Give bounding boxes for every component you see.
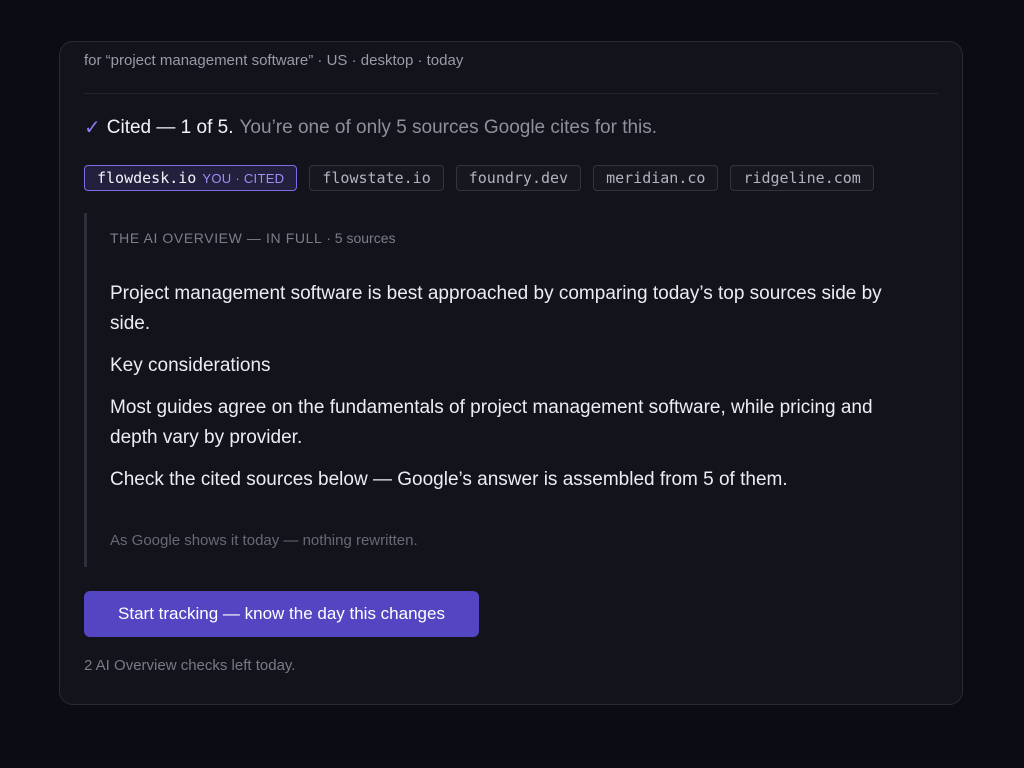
checks-remaining: 2 AI Overview checks left today. bbox=[84, 657, 296, 674]
citation-message: You’re one of only 5 sources Google cite… bbox=[239, 117, 658, 138]
overview-footnote: As Google shows it today — nothing rewri… bbox=[110, 532, 418, 549]
divider bbox=[84, 93, 938, 94]
start-tracking-button[interactable]: Start tracking — know the day this chang… bbox=[84, 591, 479, 637]
overview-source-count: 5 sources bbox=[334, 230, 396, 246]
query-summary: for “project management software” · US ·… bbox=[84, 52, 464, 69]
check-icon: ✓ bbox=[84, 117, 101, 139]
source-domain: flowstate.io bbox=[322, 169, 431, 187]
source-chip-ridgeline[interactable]: ridgeline.com bbox=[730, 165, 874, 191]
source-domain: foundry.dev bbox=[468, 169, 569, 187]
citation-rank: Cited — 1 of 5. bbox=[106, 117, 234, 138]
source-chips: flowdesk.io YOU · CITED flowstate.io fou… bbox=[84, 165, 938, 191]
source-domain: flowdesk.io bbox=[97, 169, 197, 187]
overview-text: Project management software is best appr… bbox=[110, 279, 938, 495]
overview-paragraph: Key considerations bbox=[110, 355, 271, 376]
source-chip-foundry[interactable]: foundry.dev bbox=[455, 165, 582, 191]
source-chip-flowdesk[interactable]: flowdesk.io YOU · CITED bbox=[84, 165, 298, 191]
source-domain: meridian.co bbox=[606, 169, 706, 187]
overview-paragraph: Check the cited sources below — Google’s… bbox=[110, 469, 788, 490]
you-cited-badge: YOU · CITED bbox=[202, 170, 285, 186]
overview-paragraph: Project management software is best appr… bbox=[110, 283, 882, 334]
source-chip-flowstate[interactable]: flowstate.io bbox=[309, 165, 444, 191]
citation-status: ✓ Cited — 1 of 5. You’re one of only 5 s… bbox=[84, 115, 938, 141]
ai-overview-panel: THE AI OVERVIEW — IN FULL · 5 sources Pr… bbox=[84, 213, 938, 567]
source-chip-meridian[interactable]: meridian.co bbox=[593, 165, 719, 191]
source-domain: ridgeline.com bbox=[743, 169, 861, 187]
result-card: for “project management software” · US ·… bbox=[59, 41, 963, 705]
overview-heading: THE AI OVERVIEW — IN FULL · 5 sources bbox=[110, 230, 396, 246]
overview-title: THE AI OVERVIEW — IN FULL bbox=[110, 230, 323, 246]
overview-paragraph: Most guides agree on the fundamentals of… bbox=[110, 397, 873, 448]
